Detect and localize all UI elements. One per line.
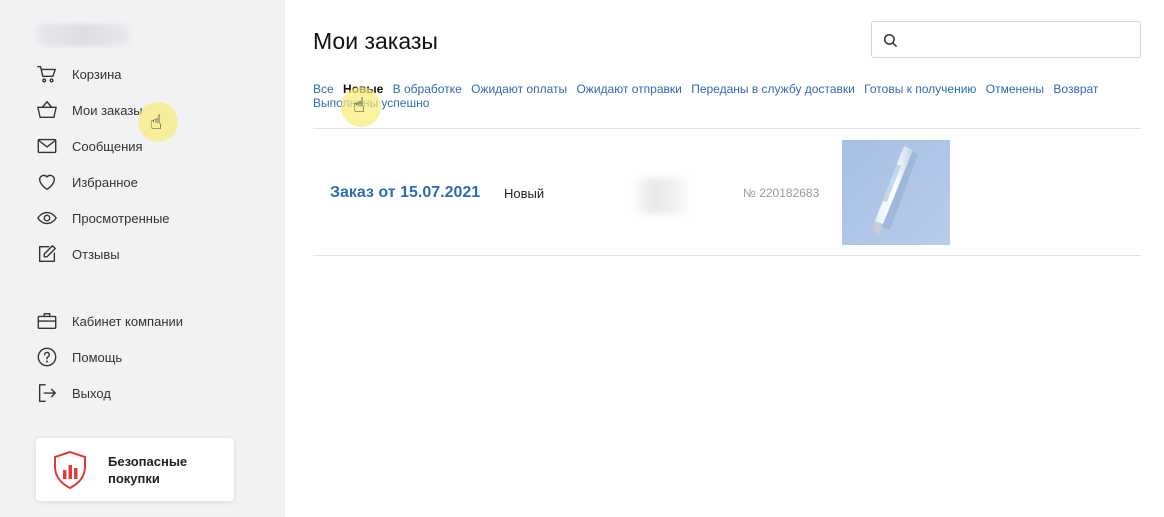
safe-purchases-label: Безопасные покупки: [108, 453, 188, 486]
sidebar-item-label: Сообщения: [72, 138, 143, 154]
sidebar-item-label: Помощь: [72, 349, 123, 365]
filter-processing[interactable]: В обработке: [393, 82, 462, 96]
briefcase-icon: [36, 310, 58, 332]
filter-in-delivery[interactable]: Переданы в службу доставки: [691, 82, 855, 96]
divider: [313, 255, 1141, 256]
filter-all[interactable]: Все: [313, 82, 334, 96]
sidebar-item-help[interactable]: Помощь: [36, 339, 266, 375]
sidebar: Корзина Мои заказы Сообщения Избранное П…: [0, 0, 285, 517]
sidebar-item-label: Мои заказы: [72, 102, 143, 118]
safe-purchases-card[interactable]: Безопасные покупки: [36, 438, 234, 501]
order-status-filters: Все Новые В обработке Ожидают оплаты Ожи…: [313, 82, 1141, 110]
sidebar-item-logout[interactable]: Выход: [36, 375, 266, 411]
sidebar-item-label: Корзина: [72, 66, 122, 82]
order-row[interactable]: Заказ от 15.07.2021 Новый № 220182683: [313, 128, 1141, 255]
filter-return[interactable]: Возврат: [1053, 82, 1098, 96]
envelope-icon: [36, 135, 58, 157]
sidebar-item-label: Избранное: [72, 174, 138, 190]
shield-chart-icon: [54, 450, 86, 489]
order-status: Новый: [504, 186, 545, 201]
basket-icon: [36, 99, 58, 121]
orders-main: Мои заказы Все Новые В обработке Ожидают…: [313, 0, 1141, 517]
heart-icon: [36, 171, 58, 193]
sidebar-item-label: Выход: [72, 385, 111, 401]
filter-ready-for-pickup[interactable]: Готовы к получению: [864, 82, 976, 96]
help-icon: [36, 346, 58, 368]
user-name-blurred: [36, 24, 130, 46]
logout-icon: [36, 382, 58, 404]
filter-awaiting-shipment[interactable]: Ожидают отправки: [576, 82, 681, 96]
order-price-blurred: [631, 178, 691, 214]
page-title: Мои заказы: [313, 28, 438, 54]
sidebar-item-label: Просмотренные: [72, 210, 170, 226]
cart-icon: [36, 63, 58, 85]
filter-cancelled[interactable]: Отменены: [986, 82, 1044, 96]
sidebar-item-cart[interactable]: Корзина: [36, 56, 266, 92]
hand-cursor-icon: ☝: [353, 95, 366, 117]
order-title-link[interactable]: Заказ от 15.07.2021: [330, 184, 480, 202]
edit-icon: [36, 243, 58, 265]
search-input[interactable]: [906, 28, 1131, 52]
product-tube-image[interactable]: [842, 140, 950, 245]
sidebar-item-label: Кабинет компании: [72, 313, 184, 329]
sidebar-item-favorites[interactable]: Избранное: [36, 164, 266, 200]
hand-cursor-icon: ☝: [150, 112, 163, 134]
search-icon: [883, 33, 898, 48]
sidebar-item-label: Отзывы: [72, 246, 120, 262]
sidebar-item-viewed[interactable]: Просмотренные: [36, 200, 266, 236]
sidebar-item-reviews[interactable]: Отзывы: [36, 236, 266, 272]
search-box[interactable]: [871, 21, 1141, 58]
eye-icon: [36, 207, 58, 229]
order-number: № 220182683: [743, 186, 820, 200]
sidebar-item-company[interactable]: Кабинет компании: [36, 303, 266, 339]
filter-awaiting-payment[interactable]: Ожидают оплаты: [471, 82, 567, 96]
